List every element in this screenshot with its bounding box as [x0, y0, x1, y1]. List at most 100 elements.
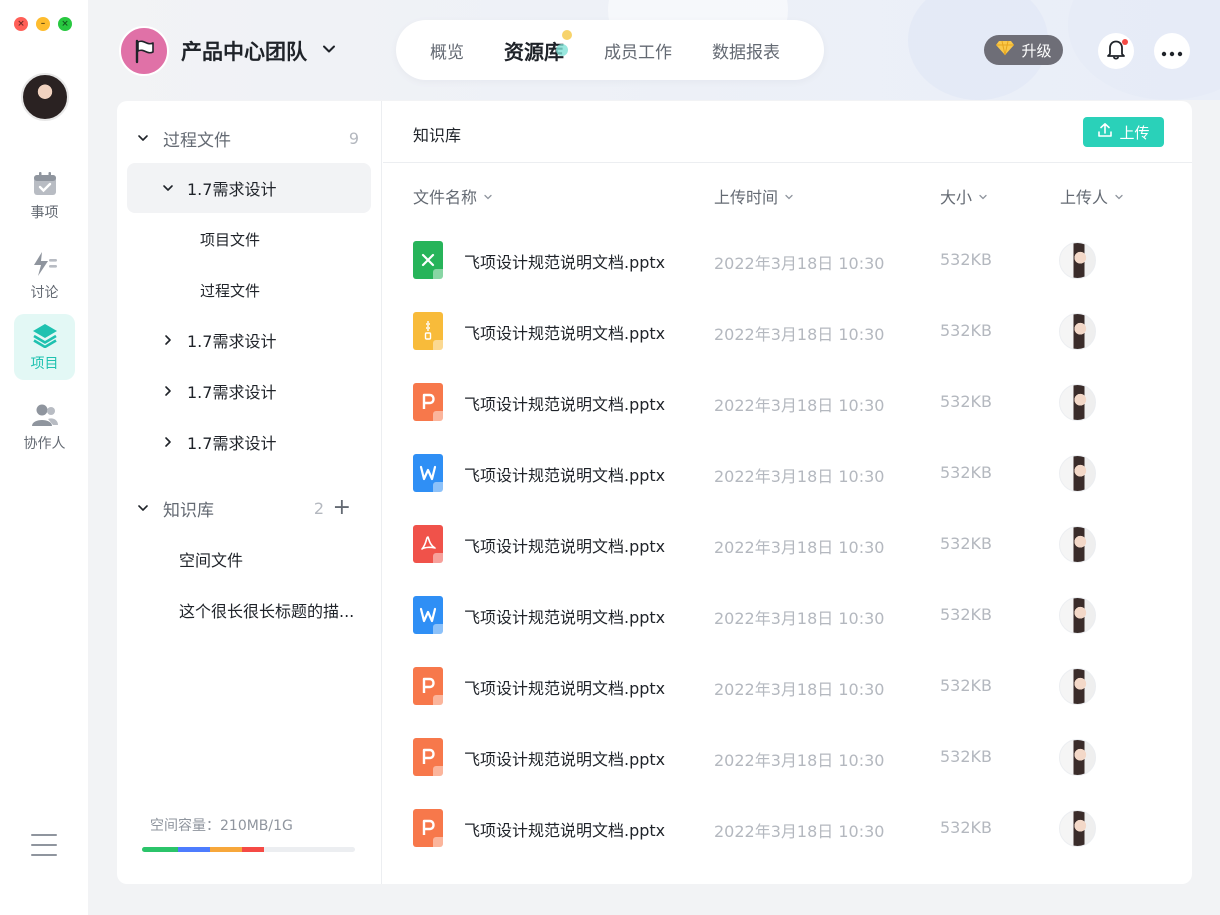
file-size: 532KB — [940, 818, 993, 837]
rail-item-projects[interactable]: 项目 — [14, 314, 75, 380]
tree-item-folder[interactable]: 1.7需求设计 — [127, 315, 371, 365]
file-row[interactable]: 飞项设计规范说明文档.pptx 2022年3月18日 10:30 532KB — [383, 651, 1192, 722]
tree-item-folder[interactable]: 1.7需求设计 — [127, 366, 371, 416]
upload-button[interactable]: 上传 — [1083, 117, 1164, 147]
file-name[interactable]: 飞项设计规范说明文档.pptx — [464, 249, 665, 273]
uploader-avatar[interactable] — [1059, 455, 1096, 492]
window-zoom-button[interactable]: × — [58, 17, 72, 31]
upgrade-button[interactable]: 升级 — [984, 35, 1063, 65]
file-row[interactable]: 飞项设计规范说明文档.pptx 2022年3月18日 10:30 532KB — [383, 367, 1192, 438]
file-row[interactable]: 飞项设计规范说明文档.pptx 2022年3月18日 10:30 532KB — [383, 225, 1192, 296]
lightning-chat-icon — [31, 251, 59, 277]
rail-item-discussions[interactable]: 讨论 — [14, 244, 75, 308]
file-name[interactable]: 飞项设计规范说明文档.pptx — [464, 675, 665, 699]
file-size: 532KB — [940, 392, 993, 411]
rail-item-tasks[interactable]: 事项 — [14, 164, 75, 228]
team-name: 产品中心团队 — [181, 40, 307, 64]
column-header-name[interactable]: 文件名称 — [413, 184, 493, 208]
storage-progress-bar — [142, 847, 355, 852]
chevron-right-icon — [162, 334, 174, 346]
upload-label: 上传 — [1119, 123, 1150, 142]
file-name[interactable]: 飞项设计规范说明文档.pptx — [464, 746, 665, 770]
word-file-icon — [413, 454, 443, 492]
tab-decoration-dot — [556, 43, 568, 56]
file-name[interactable]: 飞项设计规范说明文档.pptx — [464, 320, 665, 344]
uploader-avatar[interactable] — [1059, 810, 1096, 847]
file-upload-time: 2022年3月18日 10:30 — [714, 751, 885, 770]
calendar-check-icon — [31, 171, 59, 197]
menu-icon[interactable] — [31, 834, 57, 856]
uploader-avatar[interactable] — [1059, 313, 1096, 350]
file-upload-time: 2022年3月18日 10:30 — [714, 680, 885, 699]
file-name[interactable]: 飞项设计规范说明文档.pptx — [464, 391, 665, 415]
column-label: 上传人 — [1060, 188, 1109, 207]
rail-item-label: 讨论 — [30, 284, 59, 301]
file-row[interactable]: 飞项设计规范说明文档.pptx 2022年3月18日 10:30 532KB — [383, 296, 1192, 367]
tree-section-label: 过程文件 — [163, 130, 231, 151]
chevron-down-icon — [978, 187, 988, 206]
tree-item-subfolder[interactable]: 项目文件 — [127, 214, 371, 264]
chevron-down-icon — [784, 187, 794, 206]
uploader-avatar[interactable] — [1059, 739, 1096, 776]
window-close-button[interactable]: × — [14, 17, 28, 31]
folder-tree: 过程文件 9 1.7需求设计 项目文件 过程文件 1.7需求设计 1.7需求设计 — [117, 101, 382, 884]
tree-item-space[interactable]: 这个很长很长标题的描... — [127, 585, 371, 635]
tree-item-space[interactable]: 空间文件 — [127, 534, 371, 584]
file-row[interactable]: 飞项设计规范说明文档.pptx 2022年3月18日 10:30 532KB — [383, 509, 1192, 580]
tree-item-label: 过程文件 — [200, 281, 261, 300]
ppt-file-icon — [413, 667, 443, 705]
pdf-file-icon — [413, 525, 443, 563]
storage-usage-text: 空间容量：210MB/1G — [150, 818, 293, 834]
more-button[interactable] — [1154, 33, 1190, 69]
tree-item-folder[interactable]: 1.7需求设计 — [127, 163, 371, 213]
file-size: 532KB — [940, 605, 993, 624]
rail-item-label: 事项 — [30, 204, 59, 221]
tree-item-label: 空间文件 — [179, 551, 244, 570]
tree-section-count: 9 — [348, 128, 359, 148]
tree-item-folder[interactable]: 1.7需求设计 — [127, 417, 371, 467]
tree-section-process-files[interactable]: 过程文件 9 — [127, 113, 371, 163]
column-header-uploader[interactable]: 上传人 — [1060, 184, 1124, 208]
tree-item-label: 这个很长很长标题的描... — [179, 602, 355, 621]
user-avatar[interactable] — [21, 73, 69, 121]
file-row[interactable]: 飞项设计规范说明文档.pptx 2022年3月18日 10:30 532KB — [383, 438, 1192, 509]
file-upload-time: 2022年3月18日 10:30 — [714, 325, 885, 344]
top-tabs: 概览 资源库 成员工作 数据报表 — [396, 20, 824, 80]
file-size: 532KB — [940, 534, 993, 553]
tab-overview[interactable]: 概览 — [430, 38, 464, 63]
tree-section-label: 知识库 — [163, 500, 214, 521]
add-knowledge-button[interactable]: + — [333, 497, 351, 519]
uploader-avatar[interactable] — [1059, 384, 1096, 421]
notification-badge — [1122, 39, 1128, 45]
notifications-button[interactable] — [1098, 33, 1134, 69]
tab-reports[interactable]: 数据报表 — [712, 38, 780, 63]
uploader-avatar[interactable] — [1059, 668, 1096, 705]
rail-item-collaborators[interactable]: 协作人 — [14, 395, 75, 459]
file-list-area: 知识库 上传 文件名称 上传时间 大小 上传人 飞项设计规范说明文档.pptx 2… — [383, 101, 1192, 884]
zip-file-icon — [413, 312, 443, 350]
file-row[interactable]: 飞项设计规范说明文档.pptx 2022年3月18日 10:30 532KB — [383, 793, 1192, 864]
column-header-time[interactable]: 上传时间 — [714, 184, 794, 208]
file-name[interactable]: 飞项设计规范说明文档.pptx — [464, 462, 665, 486]
file-name[interactable]: 飞项设计规范说明文档.pptx — [464, 817, 665, 841]
uploader-avatar[interactable] — [1059, 597, 1096, 634]
tab-resources[interactable]: 资源库 — [504, 29, 572, 65]
tab-member-work[interactable]: 成员工作 — [604, 38, 672, 63]
layers-icon — [31, 322, 59, 348]
file-row[interactable]: 飞项设计规范说明文档.pptx 2022年3月18日 10:30 532KB — [383, 722, 1192, 793]
tree-section-knowledge-base[interactable]: 知识库 2 + — [127, 483, 371, 533]
window-minimize-button[interactable]: – — [36, 17, 50, 31]
file-row[interactable]: 飞项设计规范说明文档.pptx 2022年3月18日 10:30 532KB — [383, 580, 1192, 651]
chevron-down-icon — [162, 182, 174, 194]
file-name[interactable]: 飞项设计规范说明文档.pptx — [464, 533, 665, 557]
tree-item-subfolder[interactable]: 过程文件 — [127, 265, 371, 315]
column-header-size[interactable]: 大小 — [940, 184, 988, 208]
file-size: 532KB — [940, 676, 993, 695]
uploader-avatar[interactable] — [1059, 242, 1096, 279]
more-icon — [1161, 42, 1183, 61]
team-switcher[interactable]: 产品中心团队 — [119, 26, 337, 76]
file-name[interactable]: 飞项设计规范说明文档.pptx — [464, 604, 665, 628]
content-title: 知识库 — [413, 126, 462, 145]
people-icon — [31, 402, 59, 428]
uploader-avatar[interactable] — [1059, 526, 1096, 563]
